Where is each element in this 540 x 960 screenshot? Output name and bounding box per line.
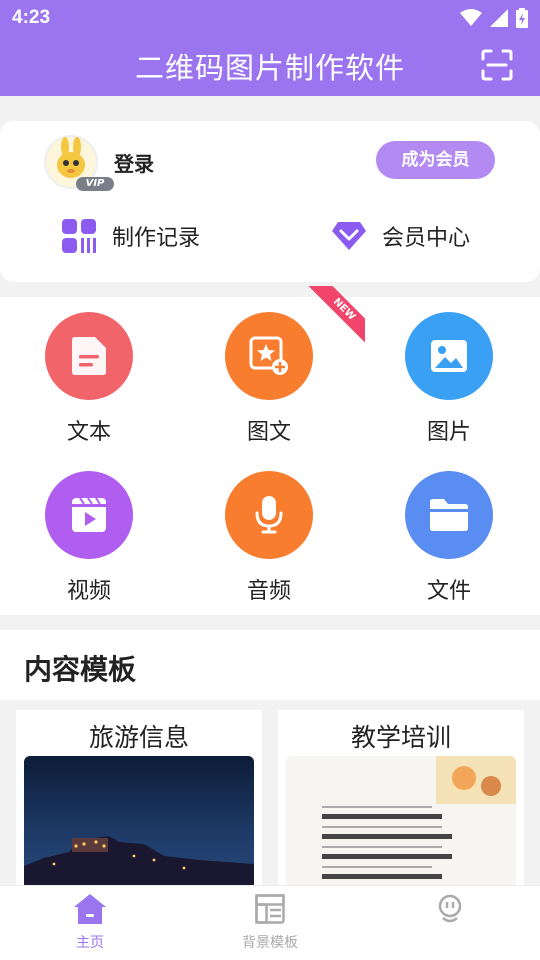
home-icon bbox=[74, 894, 106, 924]
tool-text[interactable]: 文本 bbox=[14, 312, 164, 446]
signal-icon bbox=[490, 9, 508, 27]
records-icon bbox=[62, 219, 96, 253]
tool-image-text[interactable]: NEW 图文 bbox=[194, 286, 365, 446]
bottom-nav: 主页 背景模板 bbox=[0, 885, 540, 960]
tool-video[interactable]: 视频 bbox=[14, 471, 164, 605]
tool-text-label: 文本 bbox=[66, 420, 111, 445]
tool-video-label: 视频 bbox=[66, 579, 111, 604]
nav-templates-label: 背景模板 bbox=[242, 935, 298, 951]
records-link[interactable]: 制作记录 bbox=[62, 215, 200, 257]
templates-title: 内容模板 bbox=[24, 653, 137, 686]
tool-image-text-circle: NEW bbox=[225, 286, 365, 400]
battery-icon bbox=[516, 8, 528, 28]
document-icon bbox=[72, 337, 106, 375]
template-thumbnail-teaching bbox=[286, 756, 516, 890]
nav-templates[interactable]: 背景模板 bbox=[210, 894, 330, 952]
become-vip-button[interactable]: 成为会员 bbox=[376, 141, 495, 179]
status-bar: 4:23 bbox=[0, 0, 540, 36]
avatar[interactable]: VIP bbox=[44, 135, 114, 191]
template-thumbnail-travel bbox=[24, 756, 254, 890]
template-card-teaching[interactable]: 教学培训 bbox=[278, 710, 524, 890]
login-button[interactable]: 登录 bbox=[114, 148, 154, 177]
records-label: 制作记录 bbox=[112, 226, 201, 251]
tool-image-circle bbox=[405, 312, 493, 400]
status-icons bbox=[460, 8, 528, 28]
tool-audio-circle bbox=[225, 471, 313, 559]
nav-home[interactable]: 主页 bbox=[30, 894, 150, 952]
tool-video-circle bbox=[45, 471, 133, 559]
vip-tag: VIP bbox=[76, 177, 114, 191]
folder-icon bbox=[430, 499, 468, 531]
wifi-icon bbox=[460, 9, 482, 26]
scan-icon[interactable] bbox=[480, 48, 514, 82]
tools-grid: 文本 NEW 图文 图片 视频 音频 文件 bbox=[0, 286, 540, 615]
tool-text-circle bbox=[45, 312, 133, 400]
template-card-travel[interactable]: 旅游信息 bbox=[16, 710, 262, 890]
templates-header: 内容模板 bbox=[0, 630, 540, 700]
template-name: 教学培训 bbox=[350, 723, 451, 752]
status-time: 4:23 bbox=[12, 7, 51, 28]
user-card: VIP 登录 成为会员 制作记录 会员中心 bbox=[0, 121, 540, 282]
tool-image-label: 图片 bbox=[426, 420, 471, 445]
tool-audio-label: 音频 bbox=[246, 579, 291, 604]
tool-image-text-label: 图文 bbox=[246, 420, 291, 445]
member-center-link[interactable]: 会员中心 bbox=[332, 215, 470, 257]
app-header: 4:23 二维码图片制作软件 bbox=[0, 0, 540, 96]
nav-profile[interactable] bbox=[390, 894, 510, 932]
diamond-icon bbox=[332, 222, 366, 250]
template-name: 旅游信息 bbox=[88, 723, 189, 752]
image-text-icon bbox=[249, 336, 288, 375]
tool-file[interactable]: 文件 bbox=[374, 471, 524, 605]
templates-section: 内容模板 旅游信息 教学培训 bbox=[0, 630, 540, 890]
tool-image[interactable]: 图片 bbox=[374, 312, 524, 446]
tool-file-circle bbox=[405, 471, 493, 559]
new-badge: NEW bbox=[305, 286, 365, 346]
new-badge-label: NEW bbox=[306, 286, 365, 346]
image-icon bbox=[431, 340, 467, 372]
video-icon bbox=[72, 498, 106, 532]
nav-home-label: 主页 bbox=[76, 935, 104, 951]
tool-file-label: 文件 bbox=[426, 579, 471, 604]
tool-audio[interactable]: 音频 bbox=[194, 471, 344, 605]
page-title: 二维码图片制作软件 bbox=[134, 51, 405, 85]
profile-icon bbox=[438, 894, 462, 923]
template-icon bbox=[255, 894, 285, 924]
microphone-icon bbox=[255, 496, 283, 534]
member-center-label: 会员中心 bbox=[382, 226, 471, 251]
